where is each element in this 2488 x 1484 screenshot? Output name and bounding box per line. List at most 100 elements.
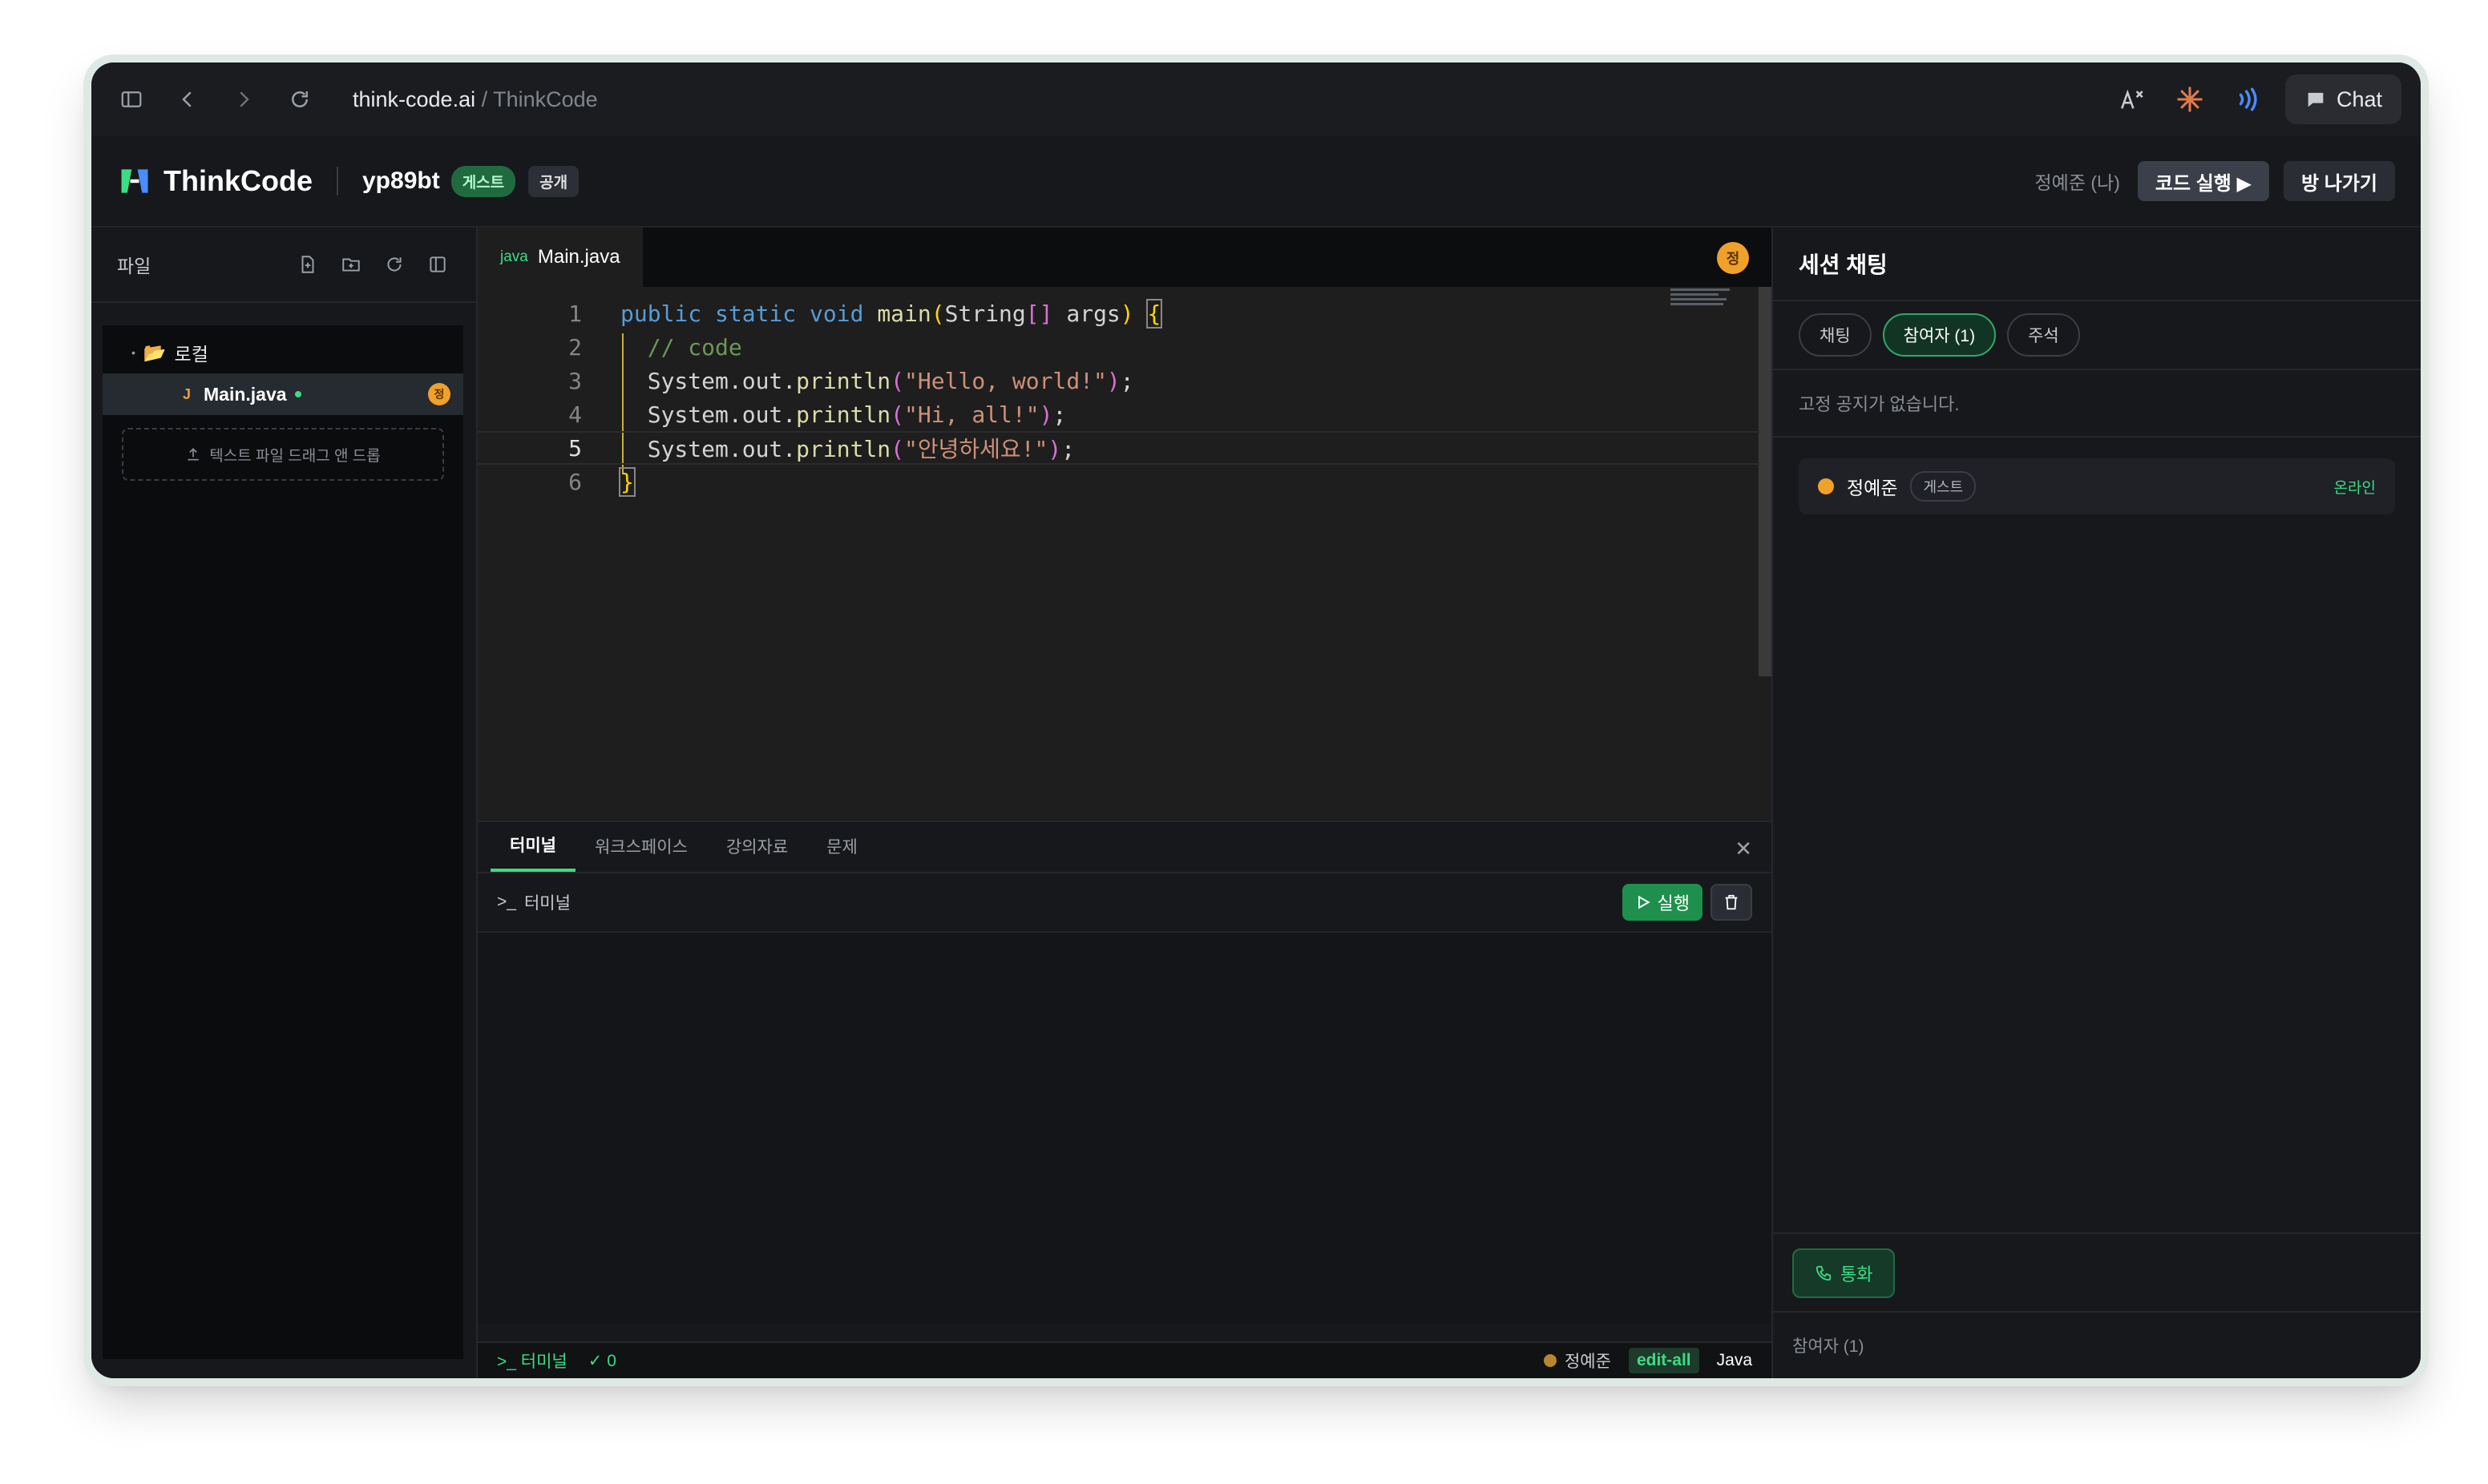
browser-toolbar: think-code.ai / ThinkCode Chat (91, 63, 2421, 136)
tab-terminal[interactable]: 터미널 (491, 821, 576, 872)
thinkcode-logo-icon (121, 169, 148, 193)
code-line: 4 System.out.println("Hi, all!"); (478, 397, 1760, 431)
terminal-title-label: 터미널 (523, 894, 571, 913)
app-logo[interactable]: ThinkCode (117, 163, 313, 199)
chat-button[interactable]: Chat (2284, 75, 2401, 124)
session-chat-panel: 세션 채팅 채팅 참여자 (1) 주석 고정 공지가 없습니다. 정예준 게스트… (1771, 228, 2421, 1378)
language-indicator[interactable]: Java (1717, 1351, 1752, 1370)
tab-chat[interactable]: 채팅 (1799, 313, 1872, 357)
code-text: System.out.println("안녕하세요!"); (620, 436, 1076, 462)
call-button-label: 통화 (1840, 1264, 1873, 1284)
code-text: // code (647, 333, 742, 361)
panel-footer: 통화 참여자 (1) (1773, 1232, 2421, 1378)
folder-local[interactable]: • 📂 로컬 (103, 332, 463, 373)
tab-participants[interactable]: 참여자 (1) (1882, 313, 1997, 357)
editor-tabs: java Main.java 정 (478, 228, 1771, 287)
upload-icon (188, 448, 199, 461)
line-number: 3 (568, 367, 582, 394)
code-text: } (619, 466, 636, 497)
guest-badge: 게스트 (450, 165, 516, 197)
call-button[interactable]: 통화 (1792, 1248, 1896, 1298)
status-bar: >_ 터미널 ✓ 0 정예준 edit-all Java (478, 1341, 1771, 1378)
terminal-prompt-icon: >_ (497, 893, 516, 911)
participant-name: 정예준 (1847, 478, 1898, 498)
tab-problems[interactable]: 문제 (807, 821, 877, 872)
code-line: 6 } (478, 465, 1760, 498)
file-item-main-java[interactable]: J Main.java 정 (103, 373, 463, 415)
phone-icon (1816, 1265, 1832, 1281)
code-line-active: 5 System.out.println("안녕하세요!"); (478, 431, 1760, 465)
public-badge: 공개 (528, 165, 580, 197)
sparkle-extension-icon[interactable] (2170, 79, 2210, 119)
tab-lecture-materials[interactable]: 강의자료 (707, 821, 807, 872)
permission-badge: edit-all (1628, 1348, 1699, 1373)
code-text: public static void main(String[] args) { (620, 298, 1163, 329)
new-file-icon[interactable] (295, 252, 321, 277)
run-button[interactable]: 실행 (1622, 884, 1702, 921)
java-file-icon: J (183, 385, 192, 402)
run-code-button[interactable]: 코드 실행 ▶ (2137, 161, 2269, 201)
sidebar-toggle-icon[interactable] (111, 79, 152, 120)
clear-terminal-button[interactable] (1710, 884, 1752, 921)
participant-status: 온라인 (2333, 479, 2376, 497)
sidebar-header: 파일 (91, 228, 476, 303)
leave-room-button[interactable]: 방 나가기 (2284, 161, 2395, 201)
editor-tab-main-java[interactable]: java Main.java (478, 228, 643, 287)
code-area[interactable]: 1 public static void main(String[] args)… (478, 287, 1771, 821)
terminal-output[interactable] (478, 933, 1771, 1324)
check-icon: ✓ (588, 1351, 608, 1370)
collapse-panel-icon[interactable] (425, 252, 450, 277)
folder-chevron-icon: • (131, 346, 135, 359)
voice-extension-icon[interactable] (2227, 79, 2268, 119)
refresh-icon[interactable] (382, 252, 407, 277)
pinned-notice: 고정 공지가 없습니다. (1773, 370, 2421, 438)
browser-window: think-code.ai / ThinkCode Chat ThinkCode… (91, 63, 2421, 1378)
close-icon[interactable]: ✕ (1735, 837, 1752, 861)
run-button-label: 실행 (1657, 893, 1690, 913)
file-label: Main.java (204, 383, 287, 405)
reload-icon[interactable] (279, 79, 321, 120)
app-name: ThinkCode (164, 164, 313, 197)
back-icon[interactable] (167, 79, 208, 120)
forward-icon[interactable] (223, 79, 265, 120)
code-text: System.out.println("Hi, all!"); (620, 401, 1067, 428)
current-user-label: 정예준 (나) (2034, 172, 2120, 193)
editor-scrollbar[interactable] (1759, 287, 1771, 676)
chat-button-label: Chat (2336, 87, 2382, 111)
check-count: 0 (607, 1351, 616, 1370)
line-number: 4 (568, 401, 582, 428)
terminal-prompt-icon: >_ (497, 1353, 521, 1371)
status-terminal[interactable]: >_ 터미널 (497, 1349, 567, 1373)
play-icon (1638, 895, 1650, 909)
chat-bubble-icon (2308, 92, 2324, 107)
header-divider (337, 167, 338, 196)
terminal-title: >_ 터미널 (497, 890, 571, 914)
tab-workspace[interactable]: 워크스페이스 (576, 821, 707, 872)
code-line: 3 System.out.println("Hello, world!"); (478, 364, 1760, 397)
user-color-dot (1543, 1354, 1557, 1367)
dropzone-label: 텍스트 파일 드래그 앤 드롭 (209, 447, 381, 465)
status-user: 정예준 (1543, 1349, 1611, 1373)
url-separator: / (475, 87, 494, 111)
participant-role-badge: 게스트 (1910, 471, 1977, 502)
file-sidebar: 파일 • 📂 로컬 J Main.java 정 텍스트 파일 드래그 앤 드롭 (91, 228, 478, 1378)
line-number: 1 (568, 300, 582, 327)
terminal-toolbar: >_ 터미널 실행 (478, 873, 1771, 933)
trash-icon (1725, 894, 1738, 910)
tab-annotations[interactable]: 주석 (2007, 313, 2080, 357)
code-line: 2 // code (478, 330, 1760, 364)
line-number: 5 (568, 434, 582, 462)
code-text: System.out.println("Hello, world!"); (620, 367, 1134, 394)
editor-user-avatar[interactable]: 정 (1717, 242, 1749, 274)
participant-color-dot (1818, 478, 1834, 494)
new-folder-icon[interactable] (338, 252, 364, 277)
status-terminal-label: 터미널 (520, 1353, 567, 1371)
code-editor: java Main.java 정 1 public static void ma… (478, 228, 1771, 821)
file-user-avatar: 정 (428, 383, 450, 405)
url-host: think-code.ai (353, 87, 476, 111)
address-bar[interactable]: think-code.ai / ThinkCode (353, 87, 598, 112)
translate-icon[interactable] (2112, 79, 2152, 119)
file-dropzone[interactable]: 텍스트 파일 드래그 앤 드롭 (122, 428, 444, 481)
participant-item[interactable]: 정예준 게스트 온라인 (1799, 458, 2395, 514)
participant-count: 참여자 (1) (1773, 1311, 2421, 1378)
